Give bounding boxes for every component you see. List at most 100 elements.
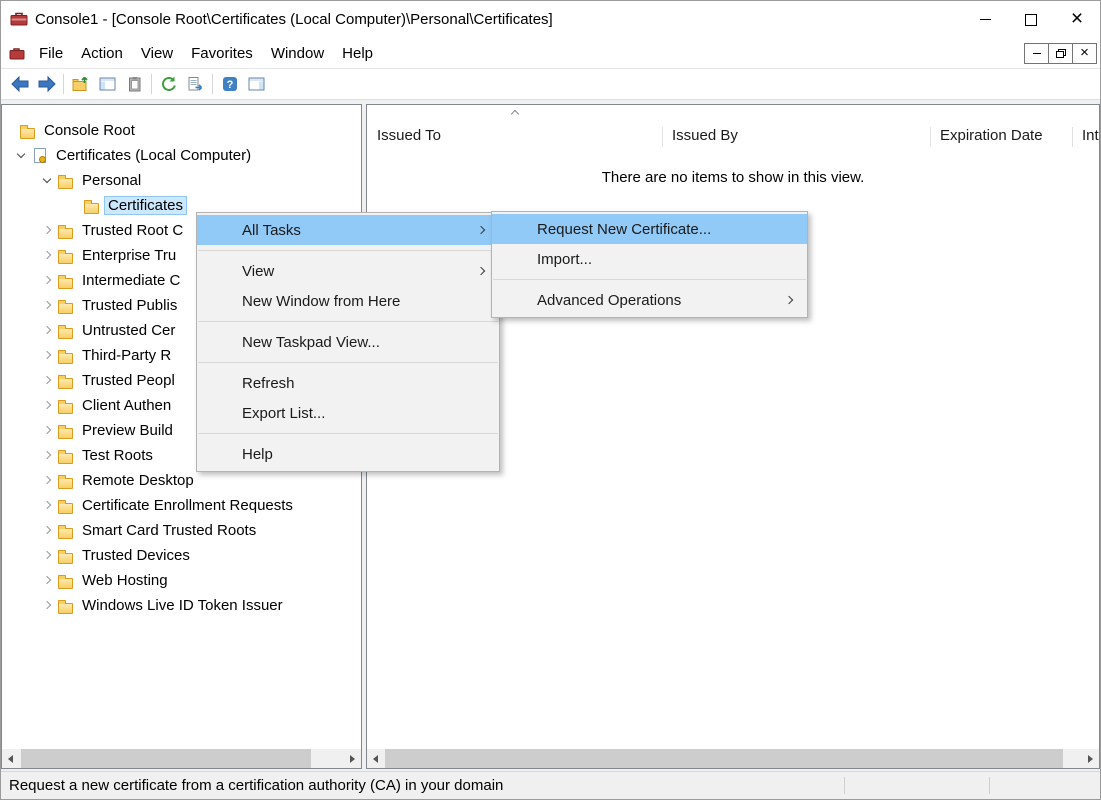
tree-item-label: Client Authen <box>78 396 175 415</box>
forward-button[interactable] <box>33 71 60 97</box>
tree-item-icon <box>57 247 77 264</box>
minimize-button[interactable] <box>962 1 1008 38</box>
tree-item[interactable]: Trusted Devices <box>2 543 361 568</box>
menu-items: File Action View Favorites Window Help <box>30 40 382 67</box>
submenu-item[interactable]: Advanced Operations <box>492 285 807 315</box>
scroll-right-arrow[interactable] <box>1082 749 1099 768</box>
tree-expander-icon[interactable] <box>40 597 57 614</box>
tree-item[interactable]: Windows Live ID Token Issuer <box>2 593 361 618</box>
tree-expander-icon[interactable] <box>40 522 57 539</box>
help-button[interactable]: ? <box>216 71 243 97</box>
list-header: Issued To Issued By Expiration Date <box>367 105 1099 151</box>
empty-view-message: There are no items to show in this view. <box>367 169 1099 186</box>
tree-item-icon <box>31 147 51 164</box>
up-level-button[interactable] <box>67 71 94 97</box>
tree-item-icon <box>57 397 77 414</box>
help-icon: ? <box>222 76 238 92</box>
context-menu-item[interactable]: New Taskpad View... <box>197 327 499 357</box>
show-console-tree-button[interactable] <box>94 71 121 97</box>
tree-item-label: Enterprise Tru <box>78 246 180 265</box>
context-menu-item[interactable]: View <box>197 256 499 286</box>
tree-expander-icon[interactable] <box>40 247 57 264</box>
tree-expander-icon[interactable] <box>40 497 57 514</box>
tree-item[interactable]: Console Root <box>2 118 361 143</box>
column-header-label: Inte <box>1082 127 1100 144</box>
tree-item[interactable]: Web Hosting <box>2 568 361 593</box>
submenu-arrow-icon <box>785 295 795 305</box>
tree-expander-icon[interactable] <box>40 372 57 389</box>
context-menu-item[interactable]: Export List... <box>197 398 499 428</box>
tree-item-icon <box>57 372 77 389</box>
tree-item-label: Preview Build <box>78 421 177 440</box>
menu-bar-item[interactable]: File <box>30 40 72 67</box>
tree-item-icon <box>57 497 77 514</box>
context-menu-item[interactable]: All Tasks <box>197 215 499 245</box>
tree-item-icon <box>57 597 77 614</box>
tree-expander-icon[interactable] <box>40 447 57 464</box>
context-menu-item[interactable]: Refresh <box>197 368 499 398</box>
tree-item-label: Certificate Enrollment Requests <box>78 496 297 515</box>
tree-expander-icon[interactable] <box>14 147 31 164</box>
menu-item-label: View <box>242 263 274 280</box>
column-header[interactable]: Expiration Date <box>930 105 1072 151</box>
tree-item[interactable]: Certificate Enrollment Requests <box>2 493 361 518</box>
tree-expander-icon[interactable] <box>40 472 57 489</box>
tree-expander-icon[interactable] <box>40 222 57 239</box>
tree-expander-icon[interactable] <box>40 347 57 364</box>
menu-bar-item[interactable]: Favorites <box>182 40 262 67</box>
column-header[interactable]: Issued By <box>662 105 930 151</box>
column-header[interactable]: Issued To <box>367 105 662 151</box>
tree-expander-icon[interactable] <box>40 322 57 339</box>
tree-expander-icon[interactable] <box>40 272 57 289</box>
minimize-icon <box>1033 53 1041 54</box>
column-header[interactable]: Inte <box>1072 105 1100 151</box>
scroll-left-arrow[interactable] <box>367 749 384 768</box>
close-button[interactable]: × <box>1054 1 1100 38</box>
tree-expander-icon[interactable] <box>40 172 57 189</box>
child-restore-button[interactable] <box>1048 43 1073 64</box>
tree-item[interactable]: Smart Card Trusted Roots <box>2 518 361 543</box>
refresh-icon <box>160 76 177 92</box>
child-minimize-button[interactable] <box>1024 43 1049 64</box>
context-menu-item[interactable]: New Window from Here <box>197 286 499 316</box>
tree-item-label: Third-Party R <box>78 346 175 365</box>
tree-expander-icon[interactable] <box>40 547 57 564</box>
scrollbar-thumb[interactable] <box>385 749 1063 768</box>
tree-item[interactable]: Personal <box>2 168 361 193</box>
tree-item-icon <box>57 172 77 189</box>
mmc-toolbox-icon-svg <box>10 10 28 26</box>
scroll-right-arrow[interactable] <box>344 749 361 768</box>
export-list-icon <box>187 76 204 92</box>
all-tasks-submenu: Request New Certificate... Import... Adv… <box>491 211 808 318</box>
maximize-button[interactable] <box>1008 1 1054 38</box>
maximize-icon <box>1025 14 1037 26</box>
back-button[interactable] <box>6 71 33 97</box>
tree-expander-icon[interactable] <box>40 297 57 314</box>
tree-item-label: Certificates <box>104 196 187 215</box>
tree-horizontal-scrollbar[interactable] <box>2 749 361 768</box>
tree-expander-icon[interactable] <box>40 397 57 414</box>
child-close-button[interactable]: × <box>1072 43 1097 64</box>
submenu-item[interactable]: Request New Certificate... <box>492 214 807 244</box>
submenu-item[interactable]: Import... <box>492 244 807 274</box>
scrollbar-thumb[interactable] <box>21 749 311 768</box>
tree-item-label: Trusted Publis <box>78 296 181 315</box>
list-horizontal-scrollbar[interactable] <box>367 749 1099 768</box>
clipboard-icon <box>126 76 143 92</box>
paste-button[interactable] <box>121 71 148 97</box>
menu-bar-item[interactable]: Action <box>72 40 132 67</box>
tree-item[interactable]: Certificates (Local Computer) <box>2 143 361 168</box>
console-window-icon-svg <box>9 46 25 60</box>
show-action-pane-button[interactable] <box>243 71 270 97</box>
export-list-button[interactable] <box>182 71 209 97</box>
menu-bar-item[interactable]: Help <box>333 40 382 67</box>
refresh-button[interactable] <box>155 71 182 97</box>
tree-expander-icon[interactable] <box>2 122 19 139</box>
context-menu-item[interactable]: Help <box>197 439 499 469</box>
tree-expander-icon[interactable] <box>66 197 83 214</box>
menu-bar-item[interactable]: View <box>132 40 182 67</box>
menu-bar-item[interactable]: Window <box>262 40 333 67</box>
tree-expander-icon[interactable] <box>40 422 57 439</box>
scroll-left-arrow[interactable] <box>2 749 19 768</box>
tree-expander-icon[interactable] <box>40 572 57 589</box>
